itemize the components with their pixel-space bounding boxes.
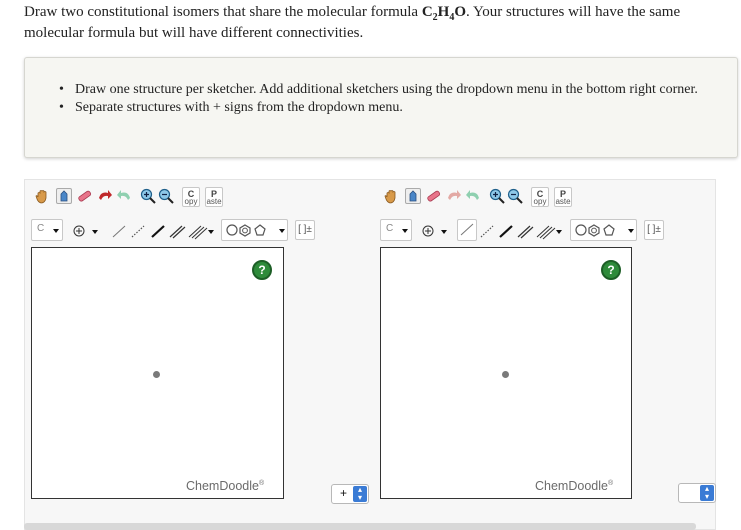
bond-tools[interactable] — [478, 222, 562, 245]
separator-select[interactable]: + ▴ ▾ — [331, 484, 369, 504]
zoom-out-icon[interactable] — [158, 188, 174, 204]
hand-icon[interactable] — [34, 188, 50, 204]
bond-tools[interactable] — [110, 222, 214, 245]
paste-button[interactable]: Paste — [554, 187, 572, 207]
zoom-in-icon[interactable] — [489, 188, 505, 204]
lasso-icon[interactable] — [56, 188, 72, 204]
charge-dropdown-icon[interactable] — [441, 230, 447, 234]
zoom-out-icon[interactable] — [507, 188, 523, 204]
single-bond-selected[interactable] — [457, 219, 477, 241]
redo-icon[interactable] — [465, 188, 481, 204]
add-sketcher-select[interactable]: ▴ ▾ — [678, 483, 716, 503]
molecular-formula: C2H4O — [421, 4, 466, 23]
bracket-icon[interactable]: [ ]± — [644, 220, 664, 240]
ring-select[interactable] — [221, 219, 288, 241]
chemdoodle-logo: ChemDoodle® — [186, 479, 265, 493]
element-select[interactable]: C — [380, 219, 412, 241]
hand-icon[interactable] — [383, 188, 399, 204]
help-button[interactable]: ? — [601, 260, 621, 280]
ring-select[interactable] — [570, 219, 637, 241]
sketcher-canvas[interactable]: ? ChemDoodle® — [31, 247, 284, 499]
charge-icon[interactable] — [72, 224, 86, 243]
zoom-in-icon[interactable] — [140, 188, 156, 204]
instruction-item: • Draw one structure per sketcher. Add ad… — [59, 82, 698, 97]
charge-icon[interactable] — [421, 224, 435, 243]
select-arrows-icon: ▴ ▾ — [353, 486, 367, 502]
sketcher-canvas[interactable]: ? ChemDoodle® — [380, 247, 632, 499]
center-point — [153, 371, 160, 378]
charge-dropdown-icon[interactable] — [92, 230, 98, 234]
help-button[interactable]: ? — [252, 260, 272, 280]
chemdoodle-logo: ChemDoodle® — [535, 479, 614, 493]
lasso-icon[interactable] — [405, 188, 421, 204]
instruction-item: • Separate structures with + signs from t… — [59, 100, 403, 115]
undo-icon[interactable] — [97, 188, 113, 204]
question-prefix: Draw two constitutional isomers that sha… — [24, 4, 422, 20]
element-select[interactable]: C — [31, 219, 63, 241]
select-arrows-icon: ▴ ▾ — [700, 485, 714, 501]
horizontal-scrollbar[interactable] — [24, 523, 696, 530]
copy-button[interactable]: Copy — [531, 187, 549, 207]
center-point — [502, 371, 509, 378]
instructions-box: • Draw one structure per sketcher. Add ad… — [24, 57, 738, 158]
question-text: Draw two constitutional isomers that sha… — [24, 2, 724, 44]
copy-button[interactable]: Copy — [182, 187, 200, 207]
paste-button[interactable]: Paste — [205, 187, 223, 207]
redo-icon[interactable] — [116, 188, 132, 204]
bracket-icon[interactable]: [ ]± — [295, 220, 315, 240]
eraser-icon[interactable] — [425, 188, 441, 204]
undo-icon[interactable] — [446, 188, 462, 204]
eraser-icon[interactable] — [76, 188, 92, 204]
